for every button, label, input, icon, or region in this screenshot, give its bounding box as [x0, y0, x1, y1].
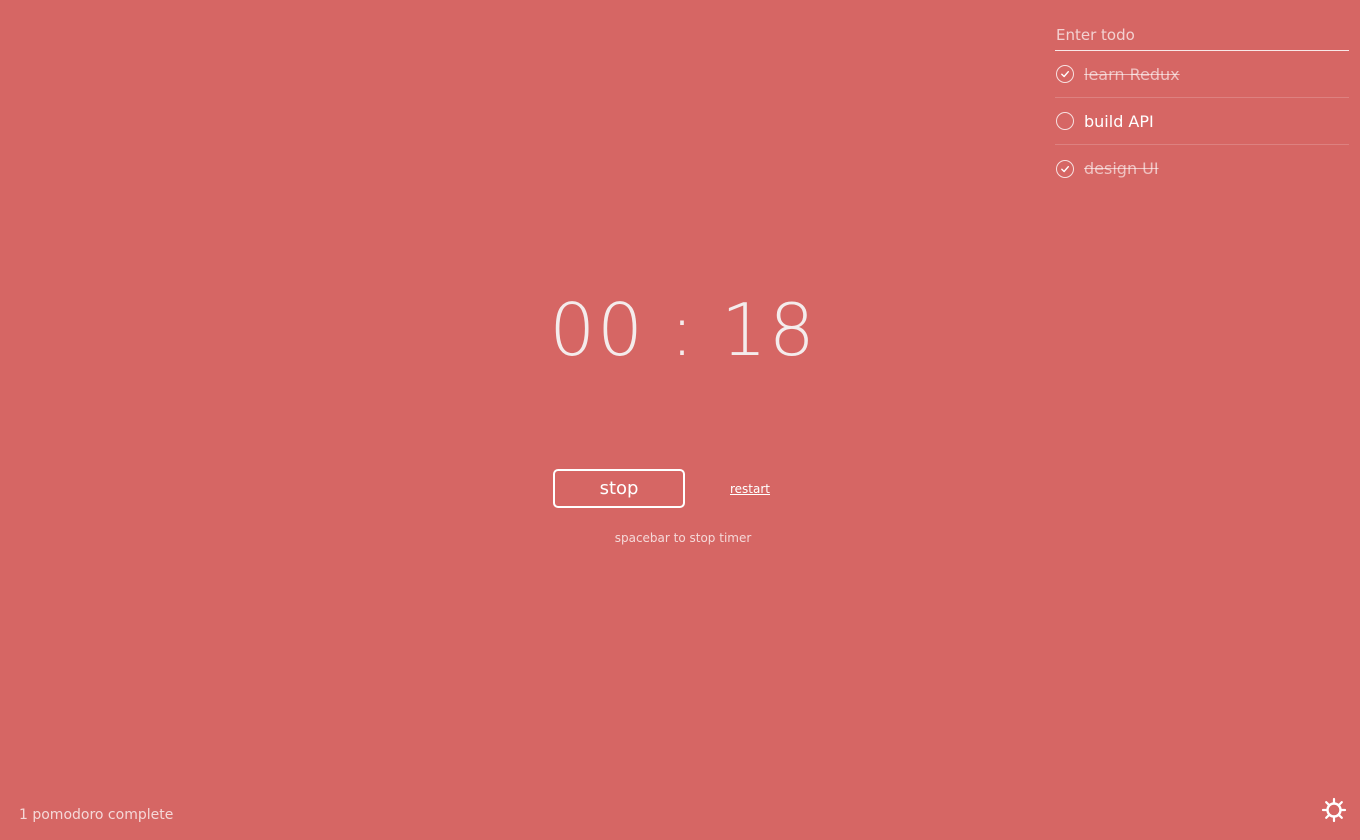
todo-list: learn Redux build API design UI: [1055, 51, 1349, 192]
timer-display: 00 : 18: [549, 288, 817, 372]
todo-item[interactable]: learn Redux: [1055, 51, 1349, 98]
timer-controls: stop restart: [553, 469, 813, 508]
todo-input[interactable]: [1055, 20, 1349, 51]
restart-link[interactable]: restart: [730, 482, 770, 496]
stop-button[interactable]: stop: [553, 469, 685, 508]
todo-panel: learn Redux build API design UI: [1055, 20, 1349, 192]
gear-icon[interactable]: [1321, 797, 1347, 823]
checked-circle-icon[interactable]: [1056, 65, 1074, 83]
todo-item-label: build API: [1084, 111, 1154, 131]
checked-circle-icon[interactable]: [1056, 159, 1074, 178]
unchecked-circle-icon[interactable]: [1056, 112, 1074, 130]
pomodoro-count-status: 1 pomodoro complete: [19, 807, 174, 823]
todo-item-label: design UI: [1084, 159, 1159, 178]
pomodoro-app: learn Redux build API design UI 00 : 18 …: [0, 0, 1360, 840]
todo-item[interactable]: build API: [1055, 98, 1349, 145]
todo-item-label: learn Redux: [1084, 64, 1180, 84]
keyboard-hint: spacebar to stop timer: [614, 531, 752, 545]
todo-item[interactable]: design UI: [1055, 145, 1349, 192]
